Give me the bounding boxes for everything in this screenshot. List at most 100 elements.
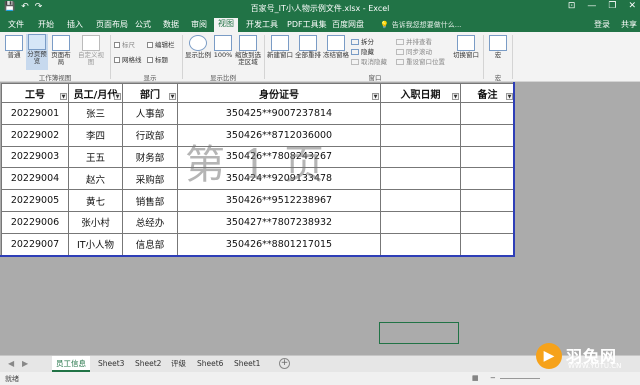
arrange-all-button[interactable]: 全部重排: [295, 35, 321, 59]
table-cell[interactable]: 总经办: [122, 210, 178, 234]
table-cell[interactable]: 20229001: [1, 102, 69, 125]
header-cell[interactable]: 身份证号 ▼: [177, 83, 381, 103]
sheet-tab-sheet1[interactable]: Sheet1: [230, 356, 264, 372]
filter-dropdown-icon[interactable]: ▼: [169, 93, 176, 100]
gridlines-checkbox[interactable]: 网格线: [114, 54, 142, 64]
zoom-100-button[interactable]: 100%: [213, 35, 233, 59]
tab-file[interactable]: 文件: [4, 19, 28, 32]
table-cell[interactable]: [380, 145, 461, 169]
headings-checkbox[interactable]: 标题: [147, 54, 168, 64]
page-break-preview-button[interactable]: 分页预览: [26, 34, 48, 70]
table-cell[interactable]: [380, 123, 461, 147]
table-cell[interactable]: 采购部: [122, 167, 178, 191]
macros-button[interactable]: 宏: [488, 35, 508, 59]
header-cell[interactable]: 入职日期 ▼: [380, 83, 461, 103]
zoom-out-button[interactable]: −: [490, 374, 496, 382]
table-cell[interactable]: [460, 167, 515, 191]
header-cell[interactable]: 备注 ▼: [460, 83, 515, 103]
side-by-side-button[interactable]: 并排查看: [396, 36, 432, 46]
ruler-checkbox[interactable]: 标尺: [114, 39, 135, 49]
login-link[interactable]: 登录: [594, 19, 610, 30]
zoom-to-selection-button[interactable]: 缩放到选定区域: [234, 35, 262, 66]
table-cell[interactable]: 行政部: [122, 123, 178, 147]
table-cell[interactable]: 20229004: [1, 167, 69, 191]
table-cell[interactable]: 信息部: [122, 232, 178, 256]
table-cell[interactable]: [460, 123, 515, 147]
table-cell[interactable]: [380, 210, 461, 234]
filter-dropdown-icon[interactable]: ▼: [452, 93, 459, 100]
table-cell[interactable]: 黄七: [68, 189, 123, 212]
zoom-button[interactable]: 显示比例: [185, 35, 211, 59]
table-cell[interactable]: [460, 102, 515, 125]
header-cell[interactable]: 工号 ▼: [1, 83, 69, 103]
table-cell[interactable]: 350426**7808243267: [177, 145, 381, 169]
table-cell[interactable]: 销售部: [122, 189, 178, 212]
tab-insert[interactable]: 插入: [63, 19, 87, 32]
table-cell[interactable]: [460, 232, 515, 256]
table-cell[interactable]: 王五: [68, 145, 123, 169]
table-cell[interactable]: 350426**8712036000: [177, 123, 381, 147]
unhide-button[interactable]: 取消隐藏: [351, 56, 387, 66]
table-cell[interactable]: 350426**9512238967: [177, 189, 381, 212]
table-cell[interactable]: 20229003: [1, 145, 69, 169]
hide-button[interactable]: 隐藏: [351, 46, 374, 56]
table-cell[interactable]: 李四: [68, 123, 123, 147]
table-cell[interactable]: 张三: [68, 102, 123, 125]
table-cell[interactable]: 20229006: [1, 210, 69, 234]
ribbon-display-icon[interactable]: ⊡: [568, 1, 576, 11]
reset-window-position-button[interactable]: 重设窗口位置: [396, 56, 445, 66]
freeze-panes-button[interactable]: 冻结窗格: [323, 35, 349, 59]
table-cell[interactable]: 350424**9209133478: [177, 167, 381, 191]
table-cell[interactable]: [380, 189, 461, 212]
tab-review[interactable]: 审阅: [187, 19, 211, 32]
tell-me-search[interactable]: 💡 告诉我您想要做什么...: [380, 20, 461, 30]
tab-pdf-tools[interactable]: PDF工具集: [283, 19, 331, 32]
table-cell[interactable]: 20229005: [1, 189, 69, 212]
table-cell[interactable]: 350426**8801217015: [177, 232, 381, 256]
split-button[interactable]: 拆分: [351, 36, 374, 46]
table-cell[interactable]: 财务部: [122, 145, 178, 169]
table-cell[interactable]: 人事部: [122, 102, 178, 125]
normal-view-button[interactable]: 普通: [3, 35, 25, 59]
add-sheet-button[interactable]: +: [279, 358, 290, 369]
zoom-slider[interactable]: [500, 378, 540, 379]
normal-view-icon[interactable]: ▦: [472, 374, 479, 382]
filter-dropdown-icon[interactable]: ▼: [506, 93, 513, 100]
table-cell[interactable]: [460, 210, 515, 234]
tab-formulas[interactable]: 公式: [131, 19, 155, 32]
minimize-icon[interactable]: —: [587, 1, 596, 11]
table-cell[interactable]: [380, 232, 461, 256]
share-button[interactable]: 共享: [621, 19, 637, 30]
formula-bar-checkbox[interactable]: 编辑栏: [147, 39, 175, 49]
filter-dropdown-icon[interactable]: ▼: [114, 93, 121, 100]
header-cell[interactable]: 员工/月代 ▼: [68, 83, 123, 103]
table-cell[interactable]: [460, 189, 515, 212]
scroll-right-icon[interactable]: ▶: [22, 359, 28, 368]
table-cell[interactable]: 350425**9007237814: [177, 102, 381, 125]
restore-icon[interactable]: ❐: [608, 1, 616, 11]
sheet-tab-sheet6[interactable]: Sheet6: [193, 356, 227, 372]
table-cell[interactable]: [380, 102, 461, 125]
table-cell[interactable]: 20229007: [1, 232, 69, 256]
tab-view[interactable]: 视图: [214, 18, 238, 32]
tab-data[interactable]: 数据: [159, 19, 183, 32]
switch-windows-button[interactable]: 切换窗口: [452, 35, 480, 59]
tab-baidu-netdisk[interactable]: 百度网盘: [328, 19, 368, 32]
scroll-left-icon[interactable]: ◀: [8, 359, 14, 368]
table-cell[interactable]: [380, 167, 461, 191]
tab-developer[interactable]: 开发工具: [242, 19, 282, 32]
worksheet-area[interactable]: 工号 ▼ 员工/月代 ▼ 部门 ▼ 身份证号 ▼ 入职日期 ▼ 备注 ▼ 20229001 张…: [0, 82, 640, 355]
close-icon[interactable]: ✕: [628, 1, 636, 11]
sheet-tab-employee-info[interactable]: 员工信息: [52, 356, 90, 372]
filter-dropdown-icon[interactable]: ▼: [372, 93, 379, 100]
table-cell[interactable]: [460, 145, 515, 169]
page-layout-view-button[interactable]: 页面布局: [49, 35, 73, 66]
table-cell[interactable]: 20229002: [1, 123, 69, 147]
sheet-tab-sheet3[interactable]: Sheet3: [94, 356, 128, 372]
filter-dropdown-icon[interactable]: ▼: [60, 93, 67, 100]
tab-home[interactable]: 开始: [34, 19, 58, 32]
sheet-tab-rating[interactable]: 评级: [167, 356, 190, 372]
sheet-tab-sheet2[interactable]: Sheet2: [131, 356, 165, 372]
custom-views-button[interactable]: 自定义视图: [75, 35, 107, 66]
new-window-button[interactable]: 新建窗口: [267, 35, 293, 59]
